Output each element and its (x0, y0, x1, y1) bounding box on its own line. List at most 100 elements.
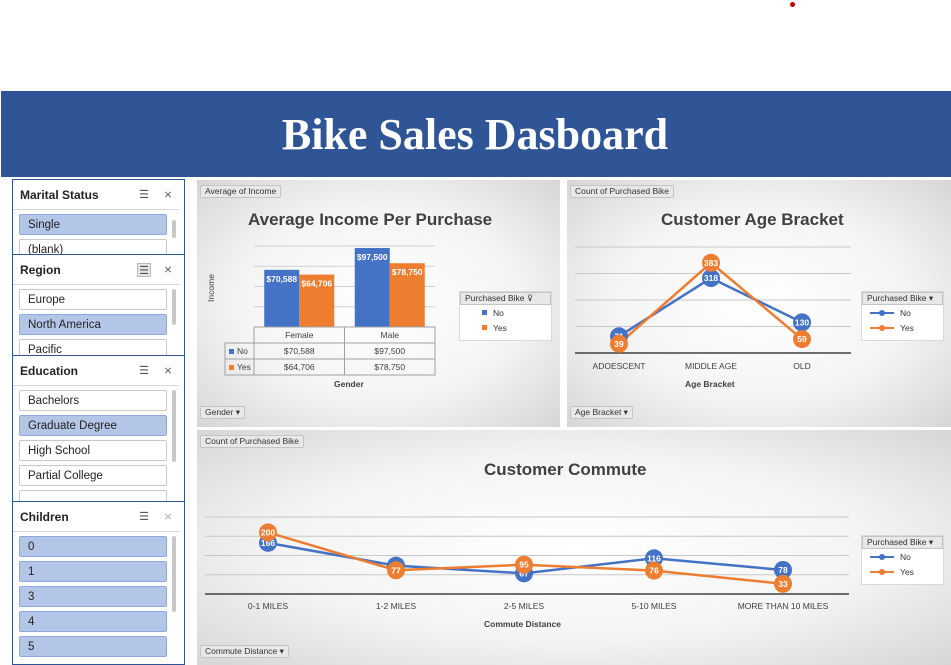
slicer-item-single[interactable]: Single (19, 214, 167, 235)
multi-select-icon[interactable]: ☰ (137, 188, 151, 202)
legend-swatch (482, 310, 487, 315)
table-cell: $70,588 (284, 346, 315, 356)
axis-field-button[interactable]: Age Bracket ▾ (570, 406, 633, 419)
legend-item-yes: Yes (862, 320, 943, 335)
x-axis-title: Gender (334, 379, 364, 389)
slicer-title: Children (20, 509, 69, 524)
scrollbar[interactable] (172, 390, 176, 462)
slicer-item-high-school[interactable]: High School (19, 440, 167, 461)
slicer-header: Children ☰ ⨯ (13, 502, 179, 532)
legend-label: Yes (493, 322, 507, 333)
slicer-education[interactable]: Education ☰ ⨯ Bachelors Graduate Degree … (12, 355, 185, 502)
slicer-items: Bachelors Graduate Degree High School Pa… (13, 386, 184, 501)
legend: Purchased Bike ▾ No Yes (861, 535, 944, 585)
legend-label: Yes (900, 322, 914, 333)
bar-data-label: $70,588 (266, 274, 297, 284)
slicer-title: Region (20, 262, 61, 277)
slicer-item-graduate-degree[interactable]: Graduate Degree (19, 415, 167, 436)
scrollbar[interactable] (172, 536, 176, 612)
age-plot-area: ADOESCENTMIDDLE AGEOLD713181303938359 (575, 246, 851, 371)
legend-field-button[interactable]: Purchased Bike ▾ (862, 292, 943, 305)
clear-filter-icon[interactable]: ⨯ (161, 364, 175, 378)
legend: Purchased Bike ⊽ No Yes (459, 291, 552, 341)
slicer-item-partial-college[interactable]: Partial College (19, 465, 167, 486)
slicer-item-5[interactable]: 5 (19, 636, 167, 657)
slicer-title: Education (20, 363, 79, 378)
bar-data-label: $64,706 (301, 279, 332, 289)
data-label: 130 (795, 317, 809, 327)
slicer-item-north-america[interactable]: North America (19, 314, 167, 335)
slicer-items: Single (blank) (13, 210, 184, 255)
dashboard-banner: Bike Sales Dasboard (1, 91, 951, 177)
legend: Purchased Bike ▾ No Yes (861, 291, 944, 341)
slicer-item-europe[interactable]: Europe (19, 289, 167, 310)
commute-chart-panel: Count of Purchased Bike Customer Commute… (197, 430, 951, 665)
legend-swatch (482, 325, 487, 330)
axis-field-button[interactable]: Gender ▾ (200, 406, 245, 419)
x-tick-label: 0-1 MILES (248, 601, 288, 611)
bar-data-label: $97,500 (357, 252, 388, 262)
age-chart-panel: Count of Purchased Bike Customer Age Bra… (567, 180, 951, 427)
legend-field-label: Purchased Bike (867, 293, 927, 303)
slicer-item-bachelors[interactable]: Bachelors (19, 390, 167, 411)
slicer-item-3[interactable]: 3 (19, 586, 167, 607)
legend-field-button[interactable]: Purchased Bike ▾ (862, 536, 943, 549)
commute-plot-area: 0-1 MILES 1-2 MILES 2-5 MILES 5-10 MILES MOR… (205, 516, 849, 611)
table-category-label: Female (285, 330, 314, 340)
slicer-children[interactable]: Children ☰ ⨯ 0 1 3 4 5 (12, 501, 185, 665)
legend-label: No (493, 307, 504, 318)
table-series-swatch (229, 349, 234, 354)
data-label: 78 (778, 565, 788, 575)
commute-chart-svg: 0-1 MILES 1-2 MILES 2-5 MILES 5-10 MILES MOR… (205, 516, 849, 611)
legend-label: Yes (900, 566, 914, 577)
data-label: 318 (704, 273, 718, 283)
slicer-items: 0 1 3 4 5 (13, 532, 184, 657)
slicer-region[interactable]: Region ☰ ⨯ Europe North America Pacific (12, 254, 185, 356)
x-tick-label: 5-10 MILES (632, 601, 677, 611)
legend-field-label: Purchased Bike (465, 293, 525, 303)
axis-field-label: Age Bracket (575, 407, 622, 417)
x-tick-label: ADOESCENT (593, 361, 646, 371)
red-marker-dot (790, 2, 795, 7)
data-label: 95 (519, 560, 529, 570)
income-chart-panel: Average of Income Average Income Per Pur… (197, 180, 560, 427)
slicer-header: Education ☰ ⨯ (13, 356, 179, 386)
bar-data-label: $78,750 (392, 267, 423, 277)
slicer-item-pacific[interactable]: Pacific (19, 339, 167, 355)
multi-select-icon[interactable]: ☰ (137, 263, 151, 277)
table-cell: $97,500 (374, 346, 405, 356)
clear-filter-icon[interactable]: ⨯ (161, 188, 175, 202)
clear-filter-icon[interactable]: ⨯ (161, 510, 175, 524)
legend-line-swatch (870, 568, 894, 575)
table-cell: $78,750 (374, 362, 405, 372)
slicer-item-0[interactable]: 0 (19, 536, 167, 557)
legend-item-no: No (862, 305, 943, 320)
data-label: 76 (649, 566, 659, 576)
axis-field-label: Gender (205, 407, 234, 417)
legend-field-label: Purchased Bike (867, 537, 927, 547)
scrollbar[interactable] (172, 220, 176, 238)
axis-field-label: Commute Distance (205, 646, 278, 656)
multi-select-icon[interactable]: ☰ (137, 510, 151, 524)
slicer-item-4[interactable]: 4 (19, 611, 167, 632)
x-axis-title: Age Bracket (685, 379, 735, 389)
legend-line-swatch (870, 309, 894, 316)
income-plot-area: $70,588 $64,706 $97,500 $78,750 Female Male No… (224, 245, 436, 376)
x-tick-label: 1-2 MILES (376, 601, 416, 611)
multi-select-icon[interactable]: ☰ (137, 364, 151, 378)
data-label: 33 (778, 579, 788, 589)
y-axis-title: Income (206, 274, 216, 302)
legend-label: No (900, 551, 911, 562)
slicer-item-1[interactable]: 1 (19, 561, 167, 582)
x-tick-label: MORE THAN 10 MILES (738, 601, 829, 611)
scrollbar[interactable] (172, 289, 176, 325)
table-category-label: Male (381, 330, 400, 340)
clear-filter-icon[interactable]: ⨯ (161, 263, 175, 277)
data-label: 59 (797, 334, 807, 344)
x-tick-label: 2-5 MILES (504, 601, 544, 611)
slicer-marital-status[interactable]: Marital Status ☰ ⨯ Single (blank) (12, 179, 185, 256)
slicer-header: Region ☰ ⨯ (13, 255, 179, 285)
table-series-swatch (229, 365, 234, 370)
legend-field-button[interactable]: Purchased Bike ⊽ (460, 292, 551, 305)
axis-field-button[interactable]: Commute Distance ▾ (200, 645, 289, 658)
